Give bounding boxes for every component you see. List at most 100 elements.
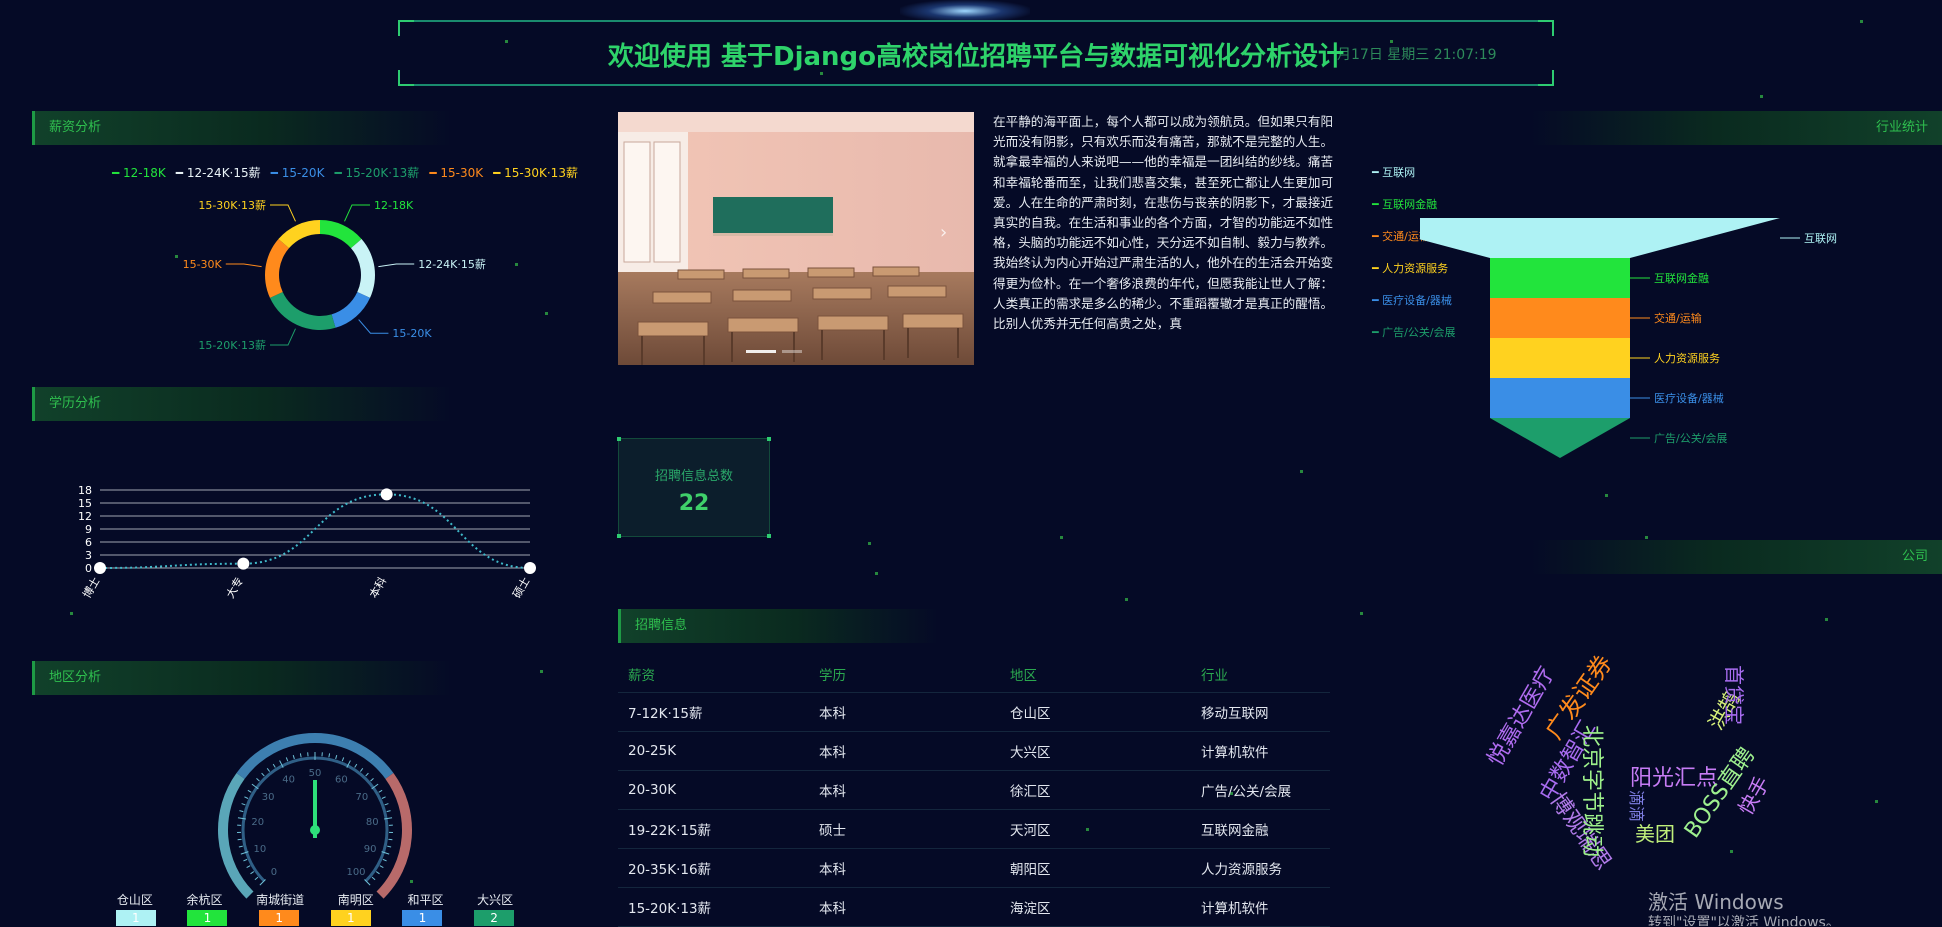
pie-label-line [270,329,295,345]
gauge-tick-label: 90 [364,844,377,855]
table-row[interactable]: 15-20K·13薪本科海淀区计算机软件 [618,888,1330,927]
gauge-tick [238,839,242,840]
region-label: 仓山区 [117,891,153,908]
card-corner [767,534,771,538]
funnel-segment[interactable] [1490,298,1630,338]
pie-slice[interactable] [351,239,375,298]
gauge-tick [242,804,246,805]
legend-item[interactable]: ━ 12-24K·15薪 [176,166,261,180]
table-header-cell[interactable]: 薪资 [618,656,809,693]
funnel-segment[interactable] [1490,418,1630,458]
pie-slice[interactable] [270,292,336,330]
gauge-tick [371,778,374,781]
funnel-segment[interactable] [1490,378,1630,418]
legend-item[interactable]: ━ 互联网 [1372,164,1456,196]
data-point[interactable] [381,488,393,500]
gauge-tick [255,877,258,880]
legend-item[interactable]: ━ 15-30K·13薪 [493,166,578,180]
gauge-arc [380,776,407,895]
table-cell: 本科 [809,888,1000,927]
company-word[interactable]: 美团 [1635,818,1675,847]
gauge-arc [223,776,250,895]
particle [515,263,518,266]
gauge-tick [250,872,253,874]
pie-slice[interactable] [265,239,289,298]
carousel-indicator[interactable] [782,350,802,353]
table-header-cell[interactable]: 行业 [1191,656,1330,693]
table-header-cell[interactable]: 地区 [1000,656,1191,693]
particle [540,670,543,673]
funnel-segment[interactable] [1490,338,1630,378]
table-cell: 广告/公关/会展 [1191,771,1330,810]
panel-title-salary: 薪资分析 [32,111,453,145]
region-label: 大兴区 [477,891,513,908]
gauge-tick-label: 70 [356,792,369,803]
gauge-tick [387,811,391,812]
table-row[interactable]: 20-25K本科大兴区计算机软件 [618,732,1330,771]
table-header-row: 薪资学历地区行业 [618,656,1330,693]
funnel-label: 医疗设备/器械 [1654,391,1724,405]
data-point[interactable] [237,558,249,570]
jobs-table: 薪资学历地区行业 7-12K·15薪本科仓山区移动互联网20-25K本科大兴区计… [618,656,1330,927]
gauge-tick [329,753,330,757]
table-cell: 人力资源服务 [1191,849,1330,888]
particle [1125,598,1128,601]
gauge-tick-label: 100 [346,867,365,878]
gauge-tick-label: 40 [282,774,295,785]
header-corner [1538,20,1554,36]
particle [1875,800,1878,803]
funnel-segment[interactable] [1420,218,1780,258]
table-cell: 本科 [809,732,1000,771]
carousel-indicator[interactable] [746,350,776,353]
gauge-tick [372,877,375,880]
gauge-tick [385,804,389,805]
gauge-tick-label: 60 [335,774,348,785]
carousel-next-icon[interactable]: › [940,222,947,243]
table-row[interactable]: 20-35K·16薪本科朝阳区人力资源服务 [618,849,1330,888]
particle [1645,536,1648,539]
data-point[interactable] [524,562,536,574]
region-bar: 1 [259,910,299,926]
region-bar: 1 [331,910,371,926]
table-cell: 硕士 [809,810,1000,849]
gauge-tick [380,866,384,868]
pie-slice[interactable] [320,220,362,248]
table-row[interactable]: 19-22K·15薪硕士天河区互联网金融 [618,810,1330,849]
table-row[interactable]: 7-12K·15薪本科仓山区移动互联网 [618,693,1330,732]
salary-legend[interactable]: ━ 12-18K ━ 12-24K·15薪 ━ 15-20K ━ 15-20K·13薪… [112,164,588,181]
total-count-value: 22 [619,491,769,516]
pie-label-line [270,205,295,221]
table-row[interactable]: 20-30K本科徐汇区广告/公关/会展 [618,771,1330,810]
image-carousel[interactable]: › [618,112,974,365]
table-cell: 20-30K [618,771,809,810]
legend-item[interactable]: ━ 15-20K·13薪 [334,166,419,180]
gauge-tick [256,778,259,781]
legend-item[interactable]: ━ 15-30K [429,166,483,180]
pie-slice[interactable] [278,220,320,248]
pie-slice[interactable] [332,292,370,328]
salary-donut-chart: 12-18K12-24K·15薪15-20K15-20K·13薪15-30K15… [150,200,510,350]
panel-title-jobs: 招聘信息 [618,609,939,643]
gauge-tick-label: 20 [251,817,264,828]
pie-label: 15-30K [183,258,223,271]
company-word[interactable]: 北京字节跳动 [1578,725,1610,857]
gauge-tick [342,757,343,761]
page-title: 欢迎使用 基于Django高校岗位招聘平台与数据可视化分析设计 [400,36,1552,73]
legend-item[interactable]: ━ 15-20K [271,166,325,180]
funnel-label: 广告/公关/会展 [1654,431,1727,445]
table-cell: 20-25K [618,732,809,771]
region-label: 南城街道 [256,891,304,908]
region-label: 余杭区 [186,891,222,908]
gauge-tick [383,859,387,861]
table-cell: 互联网金融 [1191,810,1330,849]
funnel-segment[interactable] [1490,258,1630,298]
y-tick-label: 18 [78,484,92,497]
data-point[interactable] [94,562,106,574]
company-word[interactable]: 首贷宝 [1721,665,1750,725]
funnel-label: 人力资源服务 [1654,351,1720,365]
particle [1825,618,1828,621]
particle [875,572,878,575]
table-header-cell[interactable]: 学历 [809,656,1000,693]
legend-item[interactable]: ━ 12-18K [112,166,166,180]
gauge-tick [244,797,248,799]
